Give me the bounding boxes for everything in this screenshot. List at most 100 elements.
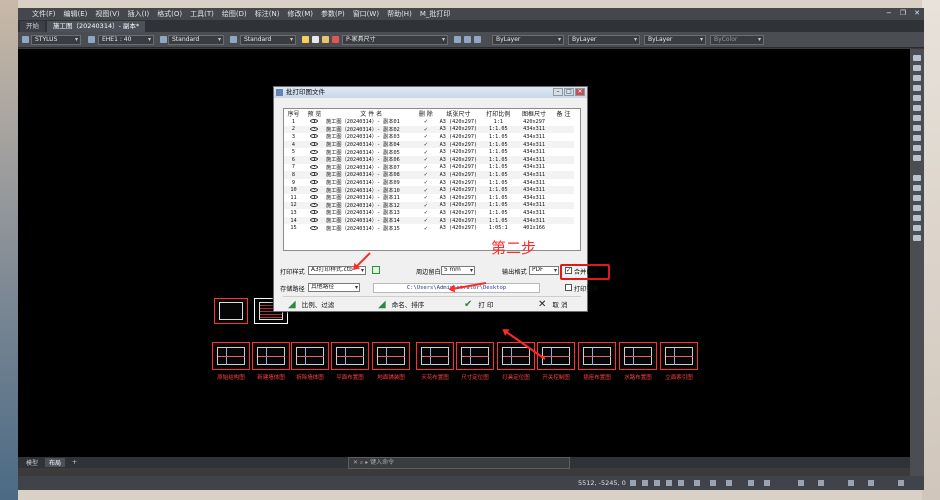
- sheet-7[interactable]: [456, 342, 494, 370]
- isolate-icon[interactable]: [818, 480, 824, 486]
- maximize-icon[interactable]: □: [564, 88, 574, 96]
- workspace-switch-icon[interactable]: [798, 480, 804, 486]
- preview-eye-icon[interactable]: [302, 125, 327, 134]
- close-icon[interactable]: ✕: [575, 88, 585, 96]
- preview-eye-icon[interactable]: [302, 140, 327, 149]
- name-sort-button[interactable]: ◢ 命名、排序: [378, 298, 424, 312]
- menu-insert[interactable]: 插入(I): [128, 9, 150, 19]
- preview-eye-icon[interactable]: [303, 118, 326, 126]
- break-icon[interactable]: [913, 175, 921, 181]
- table-row[interactable]: 4 施工图（20240314）- 副本04 ✓ A3 (420x297) 1:1.05 4…: [284, 140, 574, 149]
- workspace-select[interactable]: STYLUS: [31, 35, 81, 45]
- delete-check-icon[interactable]: ✓: [416, 171, 436, 179]
- sheet-5[interactable]: [372, 342, 410, 370]
- sheet-4[interactable]: [331, 342, 369, 370]
- menu-help[interactable]: 帮助(H): [387, 9, 412, 19]
- join-icon[interactable]: [913, 185, 921, 191]
- preview-eye-icon[interactable]: [303, 194, 326, 202]
- menu-draw[interactable]: 绘图(D): [222, 9, 247, 19]
- delete-check-icon[interactable]: ✓: [416, 179, 435, 187]
- delete-check-icon[interactable]: ✓: [416, 201, 436, 210]
- table-row[interactable]: 3 施工图（20240314）- 副本03 ✓ A3 (420x297) 1:1.05 4…: [284, 133, 574, 141]
- close-icon[interactable]: ✕: [914, 9, 920, 17]
- scale-tool-icon[interactable]: [913, 125, 921, 131]
- delete-check-icon[interactable]: ✓: [416, 186, 436, 194]
- table-row[interactable]: 10 施工图（20240314）- 副本10 ✓ A3 (420x297) 1:1.05…: [284, 186, 574, 194]
- table-row[interactable]: 6 施工图（20240314）- 副本06 ✓ A3 (420x297) 1:1.05 4…: [284, 155, 574, 164]
- explode-icon[interactable]: [913, 225, 921, 231]
- cancel-button[interactable]: ✕ 取 消: [538, 298, 567, 312]
- stretch-icon[interactable]: [913, 135, 921, 141]
- minimize-icon[interactable]: −: [886, 9, 892, 17]
- restore-icon[interactable]: ❐: [900, 9, 906, 17]
- color-select[interactable]: ByLayer: [492, 35, 564, 45]
- linetype-select[interactable]: ByLayer: [568, 35, 640, 45]
- preview-eye-icon[interactable]: [303, 209, 326, 217]
- text-style-select[interactable]: Standard: [168, 35, 224, 45]
- print-sign-checkbox[interactable]: [565, 284, 572, 291]
- blend-icon[interactable]: [913, 215, 921, 221]
- tab-layout[interactable]: 布局: [45, 458, 66, 467]
- lightbulb-icon[interactable]: [302, 36, 309, 43]
- edit-style-icon[interactable]: [372, 266, 380, 274]
- extend-icon[interactable]: [913, 155, 921, 161]
- preview-eye-icon[interactable]: [302, 201, 327, 210]
- menu-edit[interactable]: 编辑(E): [64, 9, 88, 19]
- margin-select[interactable]: 5 mm: [441, 266, 475, 275]
- plotstyle-select[interactable]: ByColor: [710, 35, 764, 45]
- array-icon[interactable]: [913, 95, 921, 101]
- hardware-accel-icon[interactable]: [848, 480, 854, 486]
- menu-view[interactable]: 视图(V): [95, 9, 119, 19]
- scale-filter-button[interactable]: ◢ 比例、过滤: [288, 298, 334, 312]
- tab-model[interactable]: 模型: [22, 458, 42, 467]
- sheet-10[interactable]: [578, 342, 616, 370]
- preview-eye-icon[interactable]: [303, 164, 326, 172]
- offset-icon[interactable]: [913, 85, 921, 91]
- table-row[interactable]: 2 施工图（20240314）- 副本02 ✓ A3 (420x297) 1:1.05 4…: [284, 125, 574, 134]
- menu-modify[interactable]: 修改(M): [287, 9, 313, 19]
- pencil-icon[interactable]: [913, 55, 921, 61]
- preview-sheet-1[interactable]: [214, 298, 248, 324]
- menu-format[interactable]: 格式(O): [157, 9, 182, 19]
- preview-eye-icon[interactable]: [302, 155, 327, 164]
- rotate-icon[interactable]: [913, 115, 921, 121]
- preview-eye-icon[interactable]: [303, 179, 326, 187]
- delete-check-icon[interactable]: ✓: [416, 148, 435, 156]
- dialog-titlebar[interactable]: 批打印图文件 – □ ✕: [274, 87, 587, 98]
- save-path-mode-select[interactable]: 其他路径: [308, 283, 360, 292]
- menu-batch-print[interactable]: M_批打印: [420, 9, 451, 19]
- layer-tool-icon[interactable]: [454, 36, 461, 43]
- command-line[interactable]: ✕ ⌕ ▸ 键入命令: [348, 457, 570, 469]
- print-button[interactable]: ✔ 打 印: [464, 298, 493, 312]
- preview-eye-icon[interactable]: [302, 171, 327, 179]
- sheet-12[interactable]: [660, 342, 698, 370]
- delete-check-icon[interactable]: ✓: [416, 118, 435, 126]
- layer-state-icon[interactable]: [464, 36, 471, 43]
- add-layout-icon[interactable]: +: [68, 459, 81, 466]
- selection-cycling-icon[interactable]: [748, 480, 754, 486]
- snap-icon[interactable]: [642, 480, 648, 486]
- menu-tools[interactable]: 工具(T): [190, 9, 214, 19]
- delete-check-icon[interactable]: ✓: [416, 133, 435, 141]
- tab-drawing[interactable]: 施工图（20240314）- 副本*: [47, 21, 146, 32]
- sheet-1[interactable]: [212, 342, 250, 370]
- trim-icon[interactable]: [913, 145, 921, 151]
- table-row[interactable]: 7 施工图（20240314）- 副本07 ✓ A3 (420x297) 1:1.05 4…: [284, 164, 574, 172]
- sheet-2[interactable]: [252, 342, 290, 370]
- preview-eye-icon[interactable]: [303, 133, 326, 141]
- annotation-scale-select[interactable]: EHE1 : 40: [98, 35, 154, 45]
- minimize-icon[interactable]: –: [553, 88, 563, 96]
- lock-icon[interactable]: [322, 36, 329, 43]
- preview-eye-icon[interactable]: [302, 216, 327, 225]
- osnap-icon[interactable]: [678, 480, 684, 486]
- menu-file[interactable]: 文件(F): [32, 9, 56, 19]
- grid-icon[interactable]: [630, 480, 636, 486]
- clean-screen-icon[interactable]: [868, 480, 874, 486]
- sheet-11[interactable]: [619, 342, 657, 370]
- preview-eye-icon[interactable]: [303, 148, 326, 156]
- table-row[interactable]: 11 施工图（20240314）- 副本11 ✓ A3 (420x297) 1:1.05…: [284, 194, 574, 202]
- annotation-icon[interactable]: [764, 480, 770, 486]
- menu-parametric[interactable]: 参数(P): [321, 9, 345, 19]
- output-format-select[interactable]: PDF: [529, 266, 559, 275]
- sheet-6[interactable]: [416, 342, 454, 370]
